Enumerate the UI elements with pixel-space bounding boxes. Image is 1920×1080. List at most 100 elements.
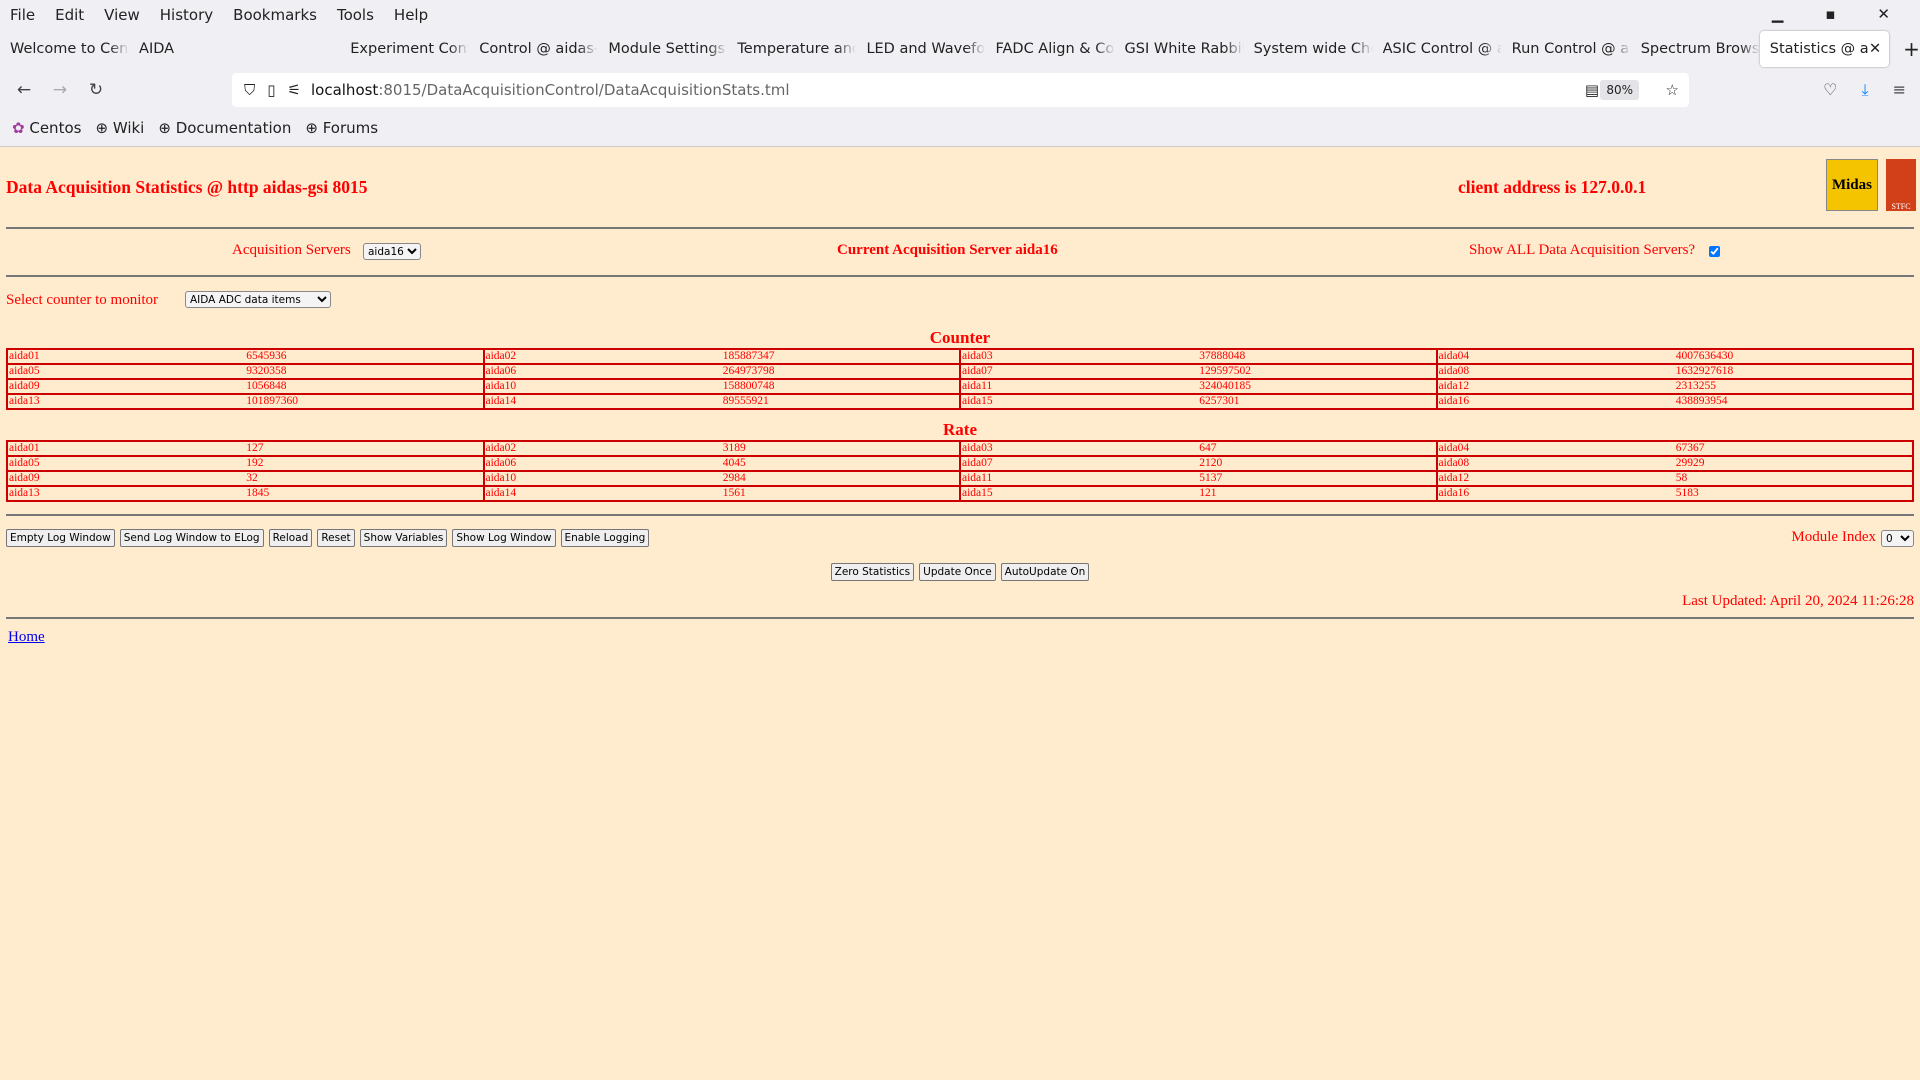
reader-icon[interactable]: ▤ [1585,81,1599,99]
cell-value: 2313255 [1674,378,1915,395]
tab[interactable]: Control @ aidas-gsi [469,31,598,67]
menu-tools[interactable]: Tools [337,6,374,24]
menu-file[interactable]: File [10,6,35,24]
enable-logging-button[interactable]: Enable Logging [560,529,650,547]
cell-module: aida06 [482,363,722,380]
back-icon[interactable]: ← [6,80,42,100]
cell-value: 1056848 [245,378,484,395]
module-index-select[interactable]: 0 [1881,530,1914,547]
show-variables-button[interactable]: Show Variables [359,529,448,547]
cell-module: aida12 [1435,470,1675,487]
tab-label: Control @ aidas-gsi [479,41,599,57]
tab[interactable]: System wide Checks [1244,31,1373,67]
menu-bookmarks[interactable]: Bookmarks [233,6,317,24]
tab[interactable]: Experiment Control [340,31,469,67]
reload-icon[interactable]: ↻ [78,80,114,100]
tab[interactable]: ASIC Control @ aidas [1373,31,1502,67]
empty-log-window-button[interactable]: Empty Log Window [6,529,115,547]
forward-icon[interactable]: → [42,80,78,100]
browser-chrome: File Edit View History Bookmarks Tools H… [0,0,1920,147]
bookmark-wiki[interactable]: ⊕ Wiki [95,119,144,137]
tab[interactable]: Module Settings [598,31,727,67]
cell-value: 129597502 [1198,363,1437,380]
maximize-icon[interactable]: ▪ [1825,5,1835,23]
cell-module: aida09 [5,378,246,395]
tab[interactable]: LED and Waveform [856,31,985,67]
cell-module: aida10 [482,378,722,395]
bookmark-documentation[interactable]: ⊕ Documentation [158,119,291,137]
cell-module: aida04 [1435,348,1675,365]
tab-label: System wide Checks [1253,41,1373,57]
tab[interactable]: Temperature and [727,31,856,67]
url-host: localhost [310,81,379,99]
cell-value: 6257301 [1198,393,1437,410]
reload-button[interactable]: Reload [268,529,313,547]
new-tab-icon[interactable]: + [1903,37,1920,61]
module-index-label: Module Index [1791,529,1876,545]
shield-icon[interactable]: ⛉ [244,81,255,99]
menu-history[interactable]: History [160,6,213,24]
bookmarks-bar: ✿ Centos ⊕ Wiki ⊕ Documentation ⊕ Forums [0,111,1920,145]
menu-bar: File Edit View History Bookmarks Tools H… [0,0,1920,29]
cell-value: 647 [1198,440,1437,457]
cell-value: 121 [1198,485,1437,502]
cell-module: aida13 [5,393,246,410]
table-row: aida09 32 aida10 2984 aida11 5137 aida12 58 [5,470,1915,487]
bookmark-label: Centos [29,119,82,137]
last-updated: Last Updated: April 20, 2024 11:26:28 [1682,593,1914,609]
show-log-window-button[interactable]: Show Log Window [452,529,556,547]
bookmark-label: Documentation [175,119,292,137]
hamburger-menu-icon[interactable]: ≡ [1893,80,1906,100]
zoom-level[interactable]: 80% [1600,80,1639,100]
cell-value: 89555921 [721,393,960,410]
tab-label: Experiment Control [350,41,469,57]
cell-value: 185887347 [721,348,960,365]
tab[interactable]: Statistics @ aidas✕ [1759,31,1890,67]
cell-module: aida07 [958,455,1199,472]
cell-module: aida07 [958,363,1199,380]
menu-help[interactable]: Help [394,6,428,24]
pocket-icon[interactable]: ♡ [1823,80,1837,100]
tab[interactable]: GSI White Rabbit [1115,31,1244,67]
tab[interactable]: Run Control @ aidas [1502,31,1631,67]
bookmark-star-icon[interactable]: ☆ [1666,81,1679,99]
close-window-icon[interactable]: ✕ [1877,5,1890,23]
download-icon[interactable]: ⤓ [1862,80,1869,100]
minimize-icon[interactable]: ▁ [1772,5,1784,23]
page-content: Data Acquisition Statistics @ http aidas… [0,147,1920,646]
bookmark-label: Forums [322,119,379,137]
show-all-checkbox[interactable] [1709,246,1720,257]
page-title: Data Acquisition Statistics @ http aidas… [6,177,368,197]
acq-servers-label: Acquisition Servers [232,242,351,258]
cell-module: aida02 [482,348,722,365]
send-log-window-to-elog-button[interactable]: Send Log Window to ELog [119,529,264,547]
cell-module: aida11 [958,378,1199,395]
tab[interactable]: Welcome to Centos [0,31,129,67]
cell-module: aida10 [482,470,722,487]
current-server: Current Acquisition Server aida16 [837,242,1058,258]
menu-view[interactable]: View [104,6,140,24]
home-link[interactable]: Home [8,629,45,645]
bookmark-centos[interactable]: ✿ Centos [12,119,81,137]
cell-value: 1561 [721,485,960,502]
close-tab-icon[interactable]: ✕ [1869,41,1881,57]
table-row: aida05 192 aida06 4045 aida07 2120 aida08 29929 [5,455,1915,472]
counter-select-label: Select counter to monitor [6,292,159,308]
update-once-button[interactable]: Update Once [919,563,996,581]
acq-server-select[interactable]: aida16 [363,243,421,260]
zero-statistics-button[interactable]: Zero Statistics [830,563,915,581]
tab[interactable]: AIDA [129,31,206,67]
permissions-icon[interactable]: ⚟ [288,81,301,99]
autoupdate-on-button[interactable]: AutoUpdate On [1000,563,1090,581]
url-bar[interactable]: ⛉ ▯ ⚟ localhost:8015/DataAcquisitionCont… [232,73,1689,107]
tab-label: LED and Waveform [866,41,986,57]
cell-module: aida08 [1435,363,1675,380]
cell-module: aida09 [5,470,246,487]
tab[interactable]: FADC Align & Control [985,31,1114,67]
counter-select[interactable]: AIDA ADC data items [185,291,331,308]
bookmark-forums[interactable]: ⊕ Forums [305,119,378,137]
menu-edit[interactable]: Edit [55,6,84,24]
globe-icon: ⊕ [305,119,318,137]
reset-button[interactable]: Reset [317,529,355,547]
tab[interactable]: Spectrum Browser [1631,31,1760,67]
